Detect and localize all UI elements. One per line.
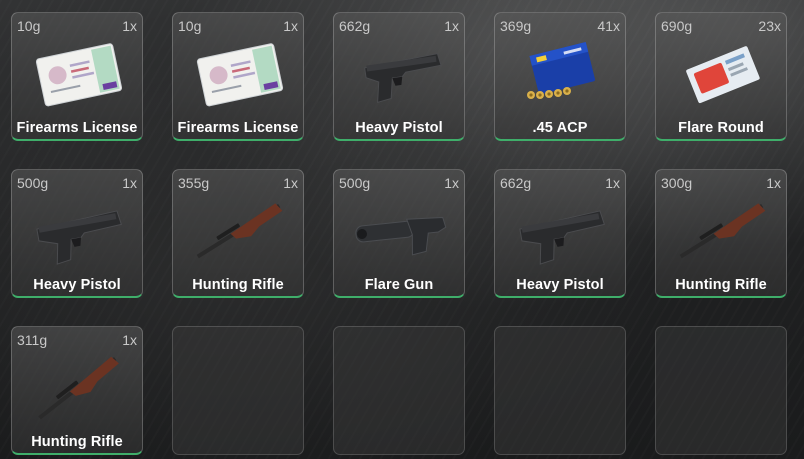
item-weight: 662g: [339, 18, 371, 34]
pistol-icon: [348, 39, 452, 111]
item-label: Flare Round: [678, 120, 764, 136]
flare-gun-icon: [348, 196, 452, 268]
item-count: 41x: [597, 18, 620, 34]
item-label: Flare Gun: [364, 277, 434, 293]
flare-round-icon: [670, 39, 774, 111]
item-weight: 10g: [178, 18, 202, 34]
item-count: 1x: [605, 175, 620, 191]
inventory-slot[interactable]: 369g 41x .45 ACP: [494, 12, 626, 141]
ammo-box-icon: [509, 39, 613, 111]
pistol-icon: [26, 196, 130, 268]
item-label: Heavy Pistol: [355, 120, 443, 136]
item-label: .45 ACP: [532, 120, 588, 136]
item-weight: 500g: [17, 175, 49, 191]
inventory-slot[interactable]: 10g 1x Firearms License: [172, 12, 304, 141]
item-weight: 300g: [661, 175, 693, 191]
empty-inventory-slot[interactable]: [494, 326, 626, 455]
pistol-icon: [509, 196, 613, 268]
item-label: Firearms License: [16, 120, 138, 136]
inventory-slot[interactable]: 662g 1x Heavy Pistol: [333, 12, 465, 141]
item-label: Heavy Pistol: [33, 277, 121, 293]
item-count: 1x: [283, 18, 298, 34]
rifle-icon: [670, 196, 774, 268]
item-weight: 662g: [500, 175, 532, 191]
inventory-slot[interactable]: 662g 1x Heavy Pistol: [494, 169, 626, 298]
inventory-slot[interactable]: 311g 1x Hunting Rifle: [11, 326, 143, 455]
item-label: Firearms License: [177, 120, 299, 136]
rifle-icon: [26, 353, 130, 425]
item-count: 1x: [766, 175, 781, 191]
item-count: 23x: [758, 18, 781, 34]
empty-inventory-slot[interactable]: [655, 326, 787, 455]
item-label: Heavy Pistol: [516, 277, 604, 293]
license-card-icon: [26, 39, 130, 111]
item-weight: 10g: [17, 18, 41, 34]
inventory-slot[interactable]: 355g 1x Hunting Rifle: [172, 169, 304, 298]
inventory-grid: 10g 1x Firearms License 10g 1x Firearms …: [11, 12, 787, 455]
item-weight: 369g: [500, 18, 532, 34]
inventory-slot[interactable]: 300g 1x Hunting Rifle: [655, 169, 787, 298]
inventory-slot[interactable]: 500g 1x Heavy Pistol: [11, 169, 143, 298]
item-count: 1x: [444, 18, 459, 34]
inventory-slot[interactable]: 690g 23x Flare Round: [655, 12, 787, 141]
empty-inventory-slot[interactable]: [333, 326, 465, 455]
item-count: 1x: [444, 175, 459, 191]
inventory-slot[interactable]: 500g 1x Flare Gun: [333, 169, 465, 298]
item-count: 1x: [122, 332, 137, 348]
item-weight: 355g: [178, 175, 210, 191]
item-label: Hunting Rifle: [31, 434, 123, 450]
rifle-icon: [187, 196, 291, 268]
item-label: Hunting Rifle: [675, 277, 767, 293]
item-count: 1x: [122, 175, 137, 191]
inventory-slot[interactable]: 10g 1x Firearms License: [11, 12, 143, 141]
item-weight: 690g: [661, 18, 693, 34]
item-count: 1x: [122, 18, 137, 34]
license-card-icon: [187, 39, 291, 111]
item-label: Hunting Rifle: [192, 277, 284, 293]
item-count: 1x: [283, 175, 298, 191]
item-weight: 500g: [339, 175, 371, 191]
empty-inventory-slot[interactable]: [172, 326, 304, 455]
item-weight: 311g: [17, 332, 48, 348]
